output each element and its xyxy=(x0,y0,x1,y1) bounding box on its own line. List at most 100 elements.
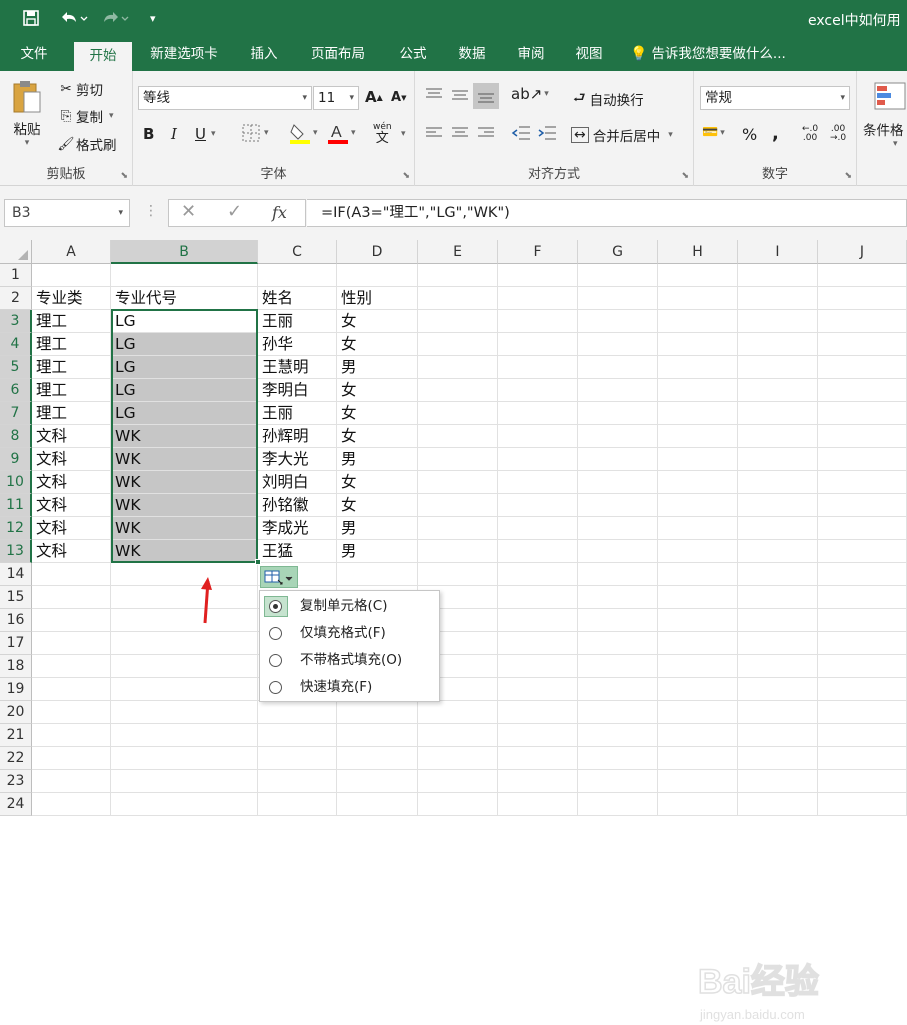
tab-file[interactable]: 文件 xyxy=(8,38,60,71)
cell-f1[interactable] xyxy=(498,264,578,287)
cell-i24[interactable] xyxy=(738,793,818,816)
cell-h2[interactable] xyxy=(658,287,738,310)
cell-a19[interactable] xyxy=(32,678,111,701)
select-all-corner[interactable] xyxy=(0,240,32,264)
cell-f15[interactable] xyxy=(498,586,578,609)
cell-j14[interactable] xyxy=(818,563,907,586)
cell-i19[interactable] xyxy=(738,678,818,701)
cell-a3[interactable]: 理工 xyxy=(32,310,111,333)
cell-f11[interactable] xyxy=(498,494,578,517)
cell-c2[interactable]: 姓名 xyxy=(258,287,337,310)
column-header-d[interactable]: D xyxy=(337,240,418,264)
cell-d4[interactable]: 女 xyxy=(337,333,418,356)
tell-me[interactable]: 💡 告诉我您想要做什么... xyxy=(630,38,810,71)
underline-dropdown[interactable]: ▾ xyxy=(211,129,216,139)
cell-i18[interactable] xyxy=(738,655,818,678)
cell-j17[interactable] xyxy=(818,632,907,655)
cell-b2[interactable]: 专业代号 xyxy=(111,287,258,310)
cell-g12[interactable] xyxy=(578,517,658,540)
accounting-format-button[interactable]: 💳 ▾ xyxy=(702,125,725,140)
cell-a12[interactable]: 文科 xyxy=(32,517,111,540)
dialog-launcher-icon[interactable]: ⬊ xyxy=(844,171,852,181)
column-header-h[interactable]: H xyxy=(658,240,738,264)
cell-b8[interactable]: WK xyxy=(111,425,258,448)
align-center-button[interactable] xyxy=(451,126,469,140)
cell-d7[interactable]: 女 xyxy=(337,402,418,425)
cell-b9[interactable]: WK xyxy=(111,448,258,471)
cell-b13[interactable]: WK xyxy=(111,540,258,563)
column-header-j[interactable]: J xyxy=(818,240,907,264)
undo-icon[interactable] xyxy=(58,9,88,29)
cell-g14[interactable] xyxy=(578,563,658,586)
cell-i12[interactable] xyxy=(738,517,818,540)
cell-h20[interactable] xyxy=(658,701,738,724)
cell-b10[interactable]: WK xyxy=(111,471,258,494)
borders-button[interactable]: ▾ xyxy=(241,123,269,143)
cell-h14[interactable] xyxy=(658,563,738,586)
cell-i6[interactable] xyxy=(738,379,818,402)
cell-g10[interactable] xyxy=(578,471,658,494)
phonetic-button[interactable]: wén 文 xyxy=(373,123,392,146)
font-size-combo[interactable]: 11 ▾ xyxy=(313,86,359,110)
cell-j5[interactable] xyxy=(818,356,907,379)
cell-e13[interactable] xyxy=(418,540,498,563)
cell-d8[interactable]: 女 xyxy=(337,425,418,448)
cell-j12[interactable] xyxy=(818,517,907,540)
cell-a6[interactable]: 理工 xyxy=(32,379,111,402)
cell-h3[interactable] xyxy=(658,310,738,333)
cell-j15[interactable] xyxy=(818,586,907,609)
cell-j1[interactable] xyxy=(818,264,907,287)
cell-g5[interactable] xyxy=(578,356,658,379)
cell-f8[interactable] xyxy=(498,425,578,448)
cell-h19[interactable] xyxy=(658,678,738,701)
cell-f13[interactable] xyxy=(498,540,578,563)
cell-g21[interactable] xyxy=(578,724,658,747)
cell-g17[interactable] xyxy=(578,632,658,655)
cell-c6[interactable]: 李明白 xyxy=(258,379,337,402)
cell-d22[interactable] xyxy=(337,747,418,770)
cell-e4[interactable] xyxy=(418,333,498,356)
cell-g23[interactable] xyxy=(578,770,658,793)
cell-c21[interactable] xyxy=(258,724,337,747)
cell-g1[interactable] xyxy=(578,264,658,287)
cell-h18[interactable] xyxy=(658,655,738,678)
cell-b11[interactable]: WK xyxy=(111,494,258,517)
cell-a7[interactable]: 理工 xyxy=(32,402,111,425)
cell-a22[interactable] xyxy=(32,747,111,770)
cell-e14[interactable] xyxy=(418,563,498,586)
paste-button[interactable]: 粘贴 ▾ xyxy=(8,79,46,148)
cell-h22[interactable] xyxy=(658,747,738,770)
cell-f6[interactable] xyxy=(498,379,578,402)
cancel-icon[interactable]: ✕ xyxy=(181,201,196,222)
cell-d1[interactable] xyxy=(337,264,418,287)
row-header-24[interactable]: 24 xyxy=(0,793,32,816)
name-box[interactable]: B3 ▾ xyxy=(4,199,130,227)
row-header-15[interactable]: 15 xyxy=(0,586,32,609)
cell-i22[interactable] xyxy=(738,747,818,770)
cell-f16[interactable] xyxy=(498,609,578,632)
cell-h17[interactable] xyxy=(658,632,738,655)
font-name-combo[interactable]: 等线 ▾ xyxy=(138,86,312,110)
cut-button[interactable]: ✂ 剪切 xyxy=(56,79,103,99)
cell-i2[interactable] xyxy=(738,287,818,310)
cell-e23[interactable] xyxy=(418,770,498,793)
cell-g6[interactable] xyxy=(578,379,658,402)
row-header-16[interactable]: 16 xyxy=(0,609,32,632)
cell-a18[interactable] xyxy=(32,655,111,678)
cell-i10[interactable] xyxy=(738,471,818,494)
row-header-11[interactable]: 11 xyxy=(0,494,32,517)
cell-c5[interactable]: 王慧明 xyxy=(258,356,337,379)
cell-e8[interactable] xyxy=(418,425,498,448)
cell-g13[interactable] xyxy=(578,540,658,563)
column-header-f[interactable]: F xyxy=(498,240,578,264)
cell-h15[interactable] xyxy=(658,586,738,609)
merge-center-button[interactable]: ↔ 合并后居中 ▾ xyxy=(571,125,673,145)
cell-j23[interactable] xyxy=(818,770,907,793)
tab-home[interactable]: 开始 xyxy=(74,42,132,71)
row-header-17[interactable]: 17 xyxy=(0,632,32,655)
row-header-6[interactable]: 6 xyxy=(0,379,32,402)
cell-b16[interactable] xyxy=(111,609,258,632)
conditional-format-button[interactable]: 条件格 xyxy=(863,119,904,139)
cell-a14[interactable] xyxy=(32,563,111,586)
cell-d14[interactable] xyxy=(337,563,418,586)
